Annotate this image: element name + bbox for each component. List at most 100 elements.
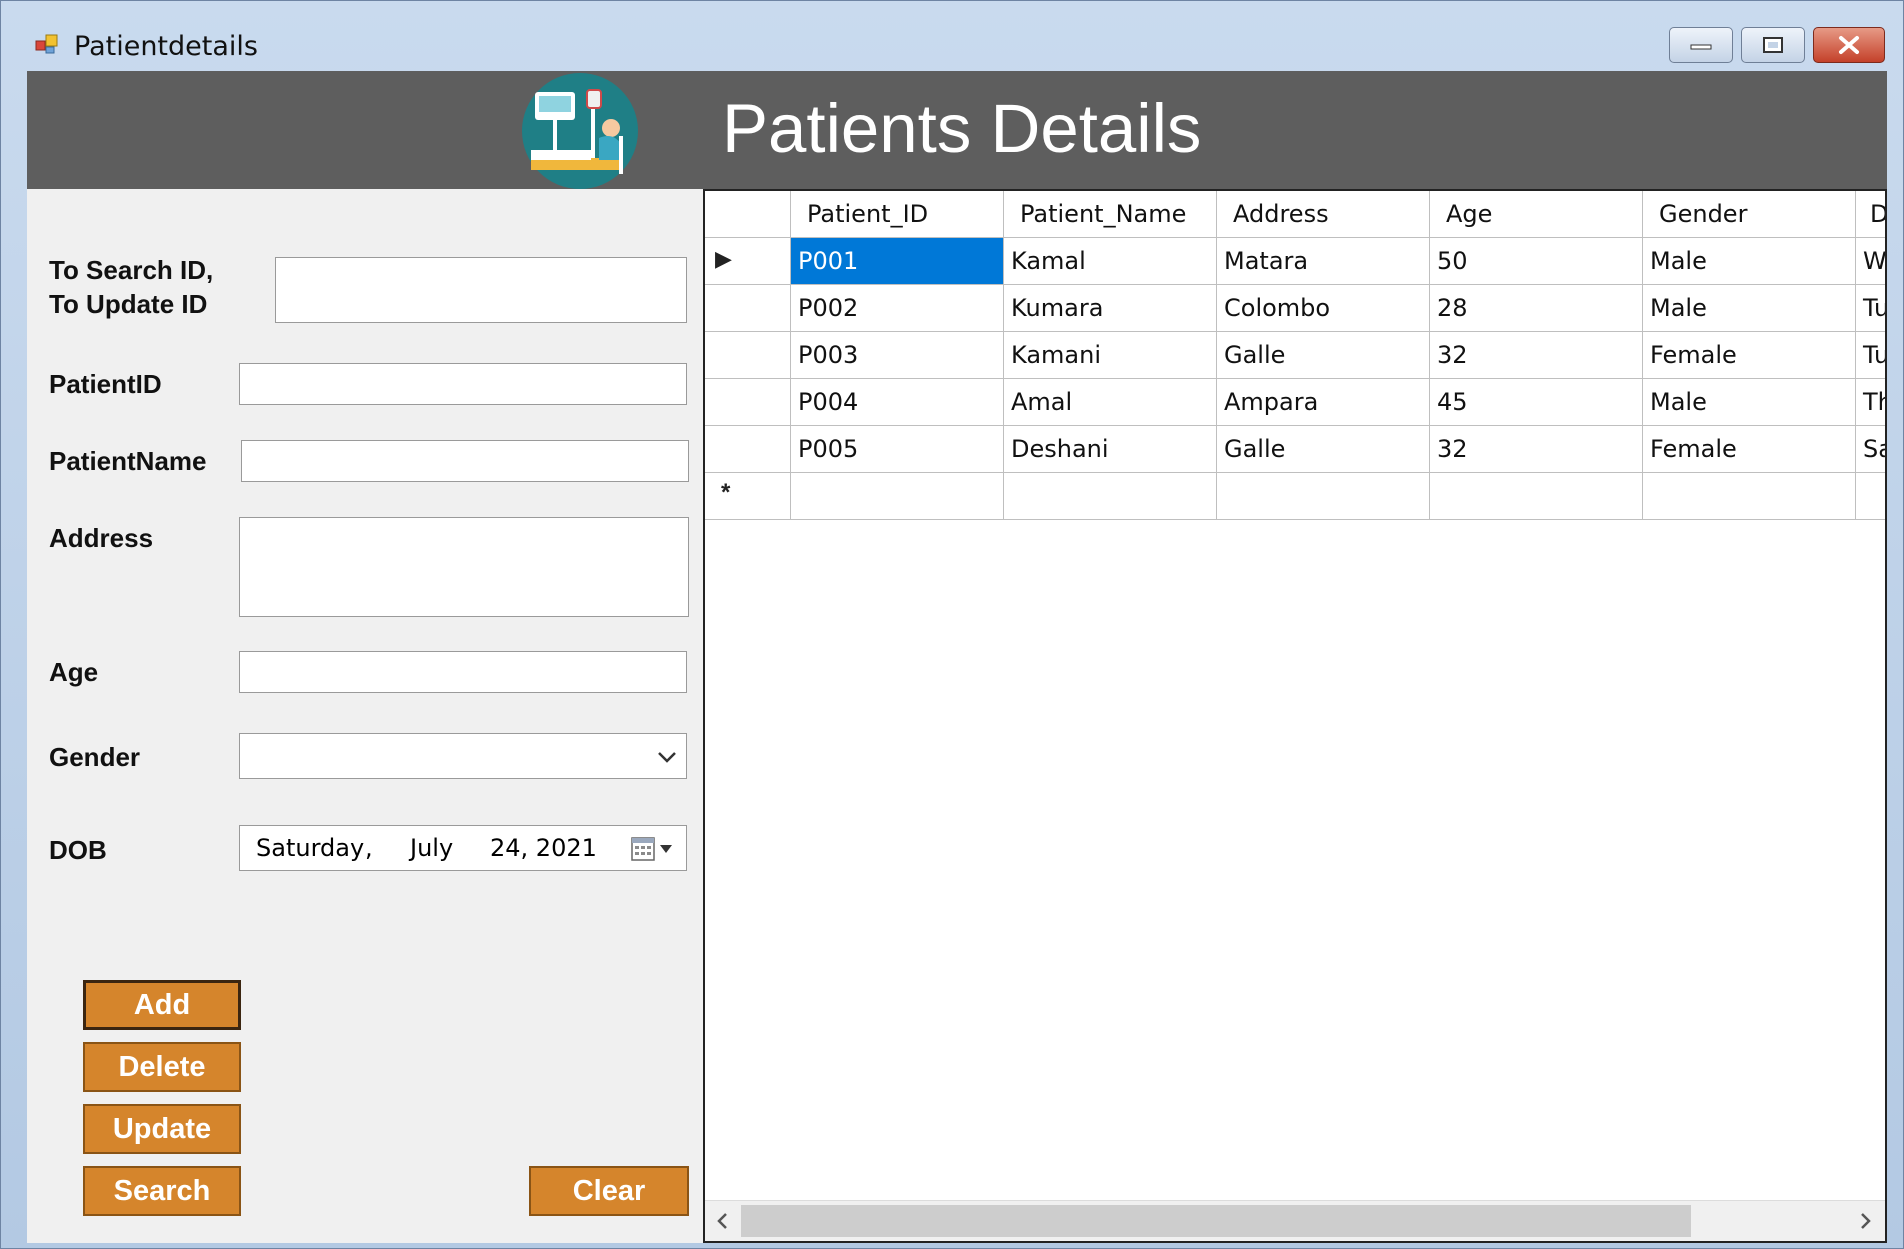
column-header[interactable]: Age	[1430, 191, 1643, 238]
delete-button[interactable]: Delete	[83, 1042, 241, 1092]
grid-header-row: Patient_ID Patient_Name Address Age Gend…	[705, 191, 1885, 238]
age-input[interactable]	[239, 651, 687, 693]
table-cell[interactable]: Colombo	[1217, 285, 1430, 332]
new-row-cell[interactable]	[1856, 473, 1885, 520]
table-row[interactable]: P003 Kamani Galle 32 Female Tu	[705, 332, 1885, 379]
address-textarea[interactable]	[239, 517, 689, 617]
table-cell[interactable]: Male	[1643, 285, 1856, 332]
update-button[interactable]: Update	[83, 1104, 241, 1154]
table-cell[interactable]: Sa	[1856, 426, 1885, 473]
patient-id-input[interactable]	[239, 363, 687, 405]
minimize-button[interactable]	[1669, 27, 1733, 63]
horizontal-scrollbar[interactable]	[705, 1200, 1885, 1241]
table-cell[interactable]: Ampara	[1217, 379, 1430, 426]
header-banner: Patients Details	[27, 71, 1887, 189]
grid-corner-cell[interactable]	[705, 191, 791, 238]
table-cell[interactable]: Kamal	[1004, 238, 1217, 285]
page-title: Patients Details	[722, 90, 1202, 167]
column-header[interactable]: Address	[1217, 191, 1430, 238]
table-cell[interactable]: 50	[1430, 238, 1643, 285]
row-header[interactable]	[705, 285, 791, 332]
restore-icon	[1763, 37, 1783, 53]
table-cell[interactable]: P003	[791, 332, 1004, 379]
maximize-button[interactable]	[1741, 27, 1805, 63]
app-icon	[35, 34, 58, 54]
table-row[interactable]: P005 Deshani Galle 32 Female Sa	[705, 426, 1885, 473]
new-row-cell[interactable]	[791, 473, 1004, 520]
scrollbar-thumb[interactable]	[741, 1205, 1691, 1237]
scroll-left-button[interactable]	[707, 1204, 739, 1238]
table-cell[interactable]: Female	[1643, 332, 1856, 379]
dob-weekday[interactable]: Saturday	[256, 834, 364, 862]
table-cell[interactable]: P005	[791, 426, 1004, 473]
column-header[interactable]: Gender	[1643, 191, 1856, 238]
search-id-label: To Search ID, To Update ID	[49, 253, 213, 321]
gender-label: Gender	[49, 742, 141, 772]
table-cell[interactable]: P004	[791, 379, 1004, 426]
table-cell[interactable]: 28	[1430, 285, 1643, 332]
new-row[interactable]: *	[705, 473, 1885, 520]
dob-separator: ,	[365, 834, 373, 862]
title-bar[interactable]: Patientdetails	[1, 1, 1904, 71]
new-row-cell[interactable]	[1430, 473, 1643, 520]
clear-button[interactable]: Clear	[529, 1166, 689, 1216]
table-cell[interactable]: Tu	[1856, 332, 1885, 379]
table-row[interactable]: ▶ P001 Kamal Matara 50 Male W	[705, 238, 1885, 285]
patient-name-label: PatientName	[49, 446, 207, 476]
table-cell[interactable]: Deshani	[1004, 426, 1217, 473]
table-cell[interactable]: Male	[1643, 379, 1856, 426]
chevron-right-icon	[1861, 1213, 1871, 1229]
table-cell[interactable]: Th	[1856, 379, 1885, 426]
table-cell[interactable]: Matara	[1217, 238, 1430, 285]
new-row-header[interactable]: *	[705, 473, 791, 520]
table-row[interactable]: P002 Kumara Colombo 28 Male Tu	[705, 285, 1885, 332]
row-header[interactable]	[705, 332, 791, 379]
current-row-icon: ▶	[715, 246, 732, 271]
grid-viewport: Patient_ID Patient_Name Address Age Gend…	[705, 191, 1885, 1165]
table-cell[interactable]: Galle	[1217, 332, 1430, 379]
patient-name-input[interactable]	[241, 440, 689, 482]
close-button[interactable]	[1813, 27, 1885, 63]
new-row-cell[interactable]	[1643, 473, 1856, 520]
search-button[interactable]: Search	[83, 1166, 241, 1216]
add-button[interactable]: Add	[83, 980, 241, 1030]
address-label: Address	[49, 523, 154, 553]
dob-month[interactable]: July	[410, 834, 453, 862]
column-header[interactable]: Patient_Name	[1004, 191, 1217, 238]
table-cell[interactable]: Kumara	[1004, 285, 1217, 332]
hospital-patient-icon	[522, 73, 638, 189]
table-cell[interactable]: P001	[791, 238, 1004, 285]
patient-form: To Search ID, To Update ID PatientID Pat…	[27, 189, 700, 1243]
table-cell[interactable]: Female	[1643, 426, 1856, 473]
table-cell[interactable]: 32	[1430, 332, 1643, 379]
dob-day-year[interactable]: 24, 2021	[490, 834, 597, 862]
table-cell[interactable]: Galle	[1217, 426, 1430, 473]
new-row-cell[interactable]	[1004, 473, 1217, 520]
search-id-input[interactable]	[275, 257, 687, 323]
patient-id-label: PatientID	[49, 369, 162, 399]
table-cell[interactable]: Tu	[1856, 285, 1885, 332]
table-cell[interactable]: Kamani	[1004, 332, 1217, 379]
table-cell[interactable]: W	[1856, 238, 1885, 285]
row-header[interactable]	[705, 426, 791, 473]
window-title: Patientdetails	[74, 31, 258, 62]
scroll-right-button[interactable]	[1849, 1204, 1881, 1238]
close-icon	[1839, 36, 1859, 54]
dob-label: DOB	[49, 835, 107, 865]
column-header[interactable]: Patient_ID	[791, 191, 1004, 238]
table-cell[interactable]: 45	[1430, 379, 1643, 426]
table-cell[interactable]: P002	[791, 285, 1004, 332]
table-cell[interactable]: 32	[1430, 426, 1643, 473]
table-cell[interactable]: Amal	[1004, 379, 1217, 426]
new-row-cell[interactable]	[1217, 473, 1430, 520]
patients-data-grid[interactable]: Patient_ID Patient_Name Address Age Gend…	[703, 189, 1887, 1243]
dob-date-picker[interactable]: Saturday , July 24, 2021	[239, 825, 687, 871]
row-header[interactable]: ▶	[705, 238, 791, 285]
column-header[interactable]: D	[1856, 191, 1885, 238]
chevron-left-icon	[717, 1213, 727, 1229]
gender-select[interactable]	[239, 733, 687, 779]
table-row[interactable]: P004 Amal Ampara 45 Male Th	[705, 379, 1885, 426]
table-cell[interactable]: Male	[1643, 238, 1856, 285]
row-header[interactable]	[705, 379, 791, 426]
calendar-dropdown-icon[interactable]	[630, 835, 676, 863]
